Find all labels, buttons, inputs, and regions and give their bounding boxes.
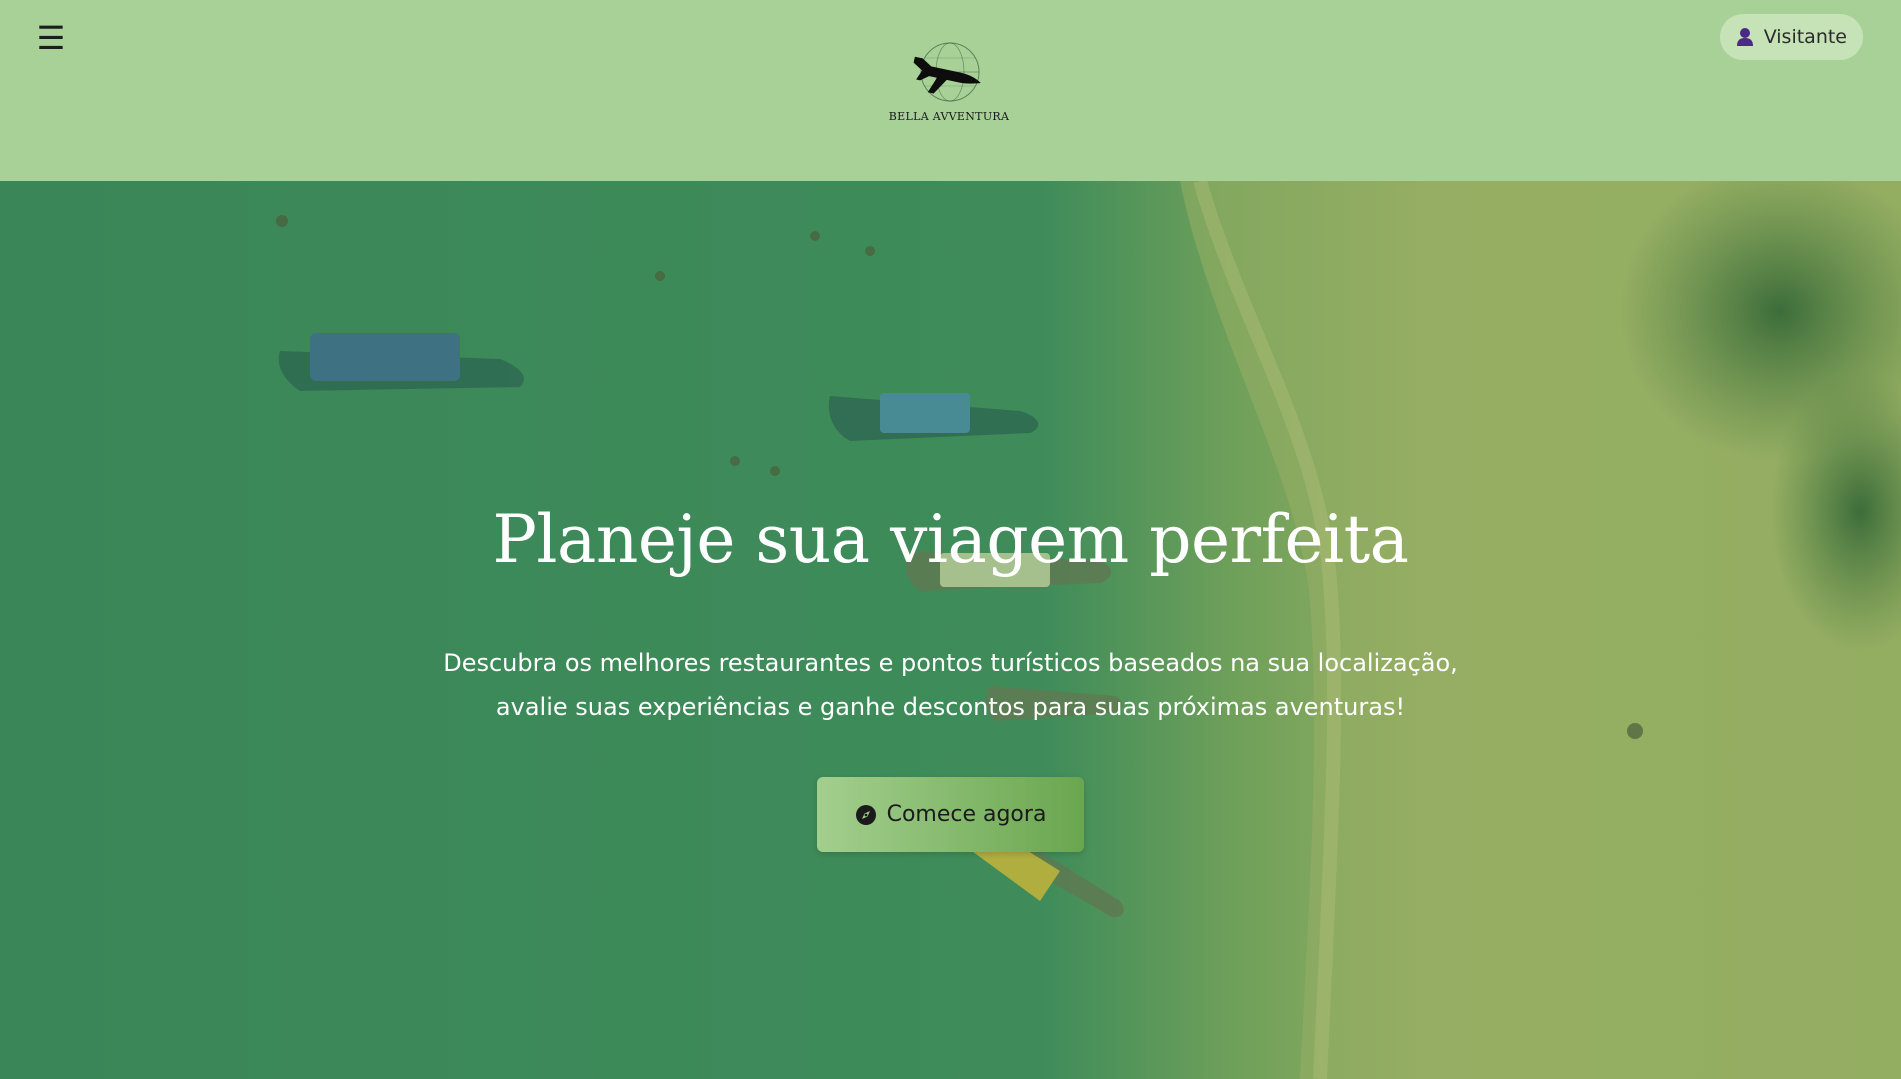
hero-description: Descubra os melhores restaurantes e pont… xyxy=(350,641,1551,729)
brand-logo[interactable]: BELLA AVVENTURA xyxy=(884,40,1014,130)
compass-icon xyxy=(855,804,876,825)
top-header: ☰ BELLA AVVENTURA Visitante xyxy=(0,0,1901,181)
hero-description-line-1: Descubra os melhores restaurantes e pont… xyxy=(443,649,1458,677)
start-now-label: Comece agora xyxy=(886,802,1047,827)
hero-content: Planeje sua viagem perfeita Descubra os … xyxy=(0,181,1901,1079)
hero-description-line-2: avalie suas experiências e ganhe descont… xyxy=(495,693,1406,721)
start-now-button[interactable]: Comece agora xyxy=(817,777,1084,852)
visitor-label: Visitante xyxy=(1763,26,1847,48)
logo-text: BELLA AVVENTURA xyxy=(888,110,1010,123)
hamburger-menu-icon[interactable]: ☰ xyxy=(36,20,66,56)
airplane-globe-icon xyxy=(913,42,981,102)
user-icon xyxy=(1736,28,1753,46)
visitor-profile-button[interactable]: Visitante xyxy=(1719,14,1863,60)
landing-page: ☰ BELLA AVVENTURA Visitante Planeje sua … xyxy=(0,0,1901,1079)
hero-title: Planeje sua viagem perfeita xyxy=(492,501,1409,578)
hero-section: Planeje sua viagem perfeita Descubra os … xyxy=(0,181,1901,1079)
